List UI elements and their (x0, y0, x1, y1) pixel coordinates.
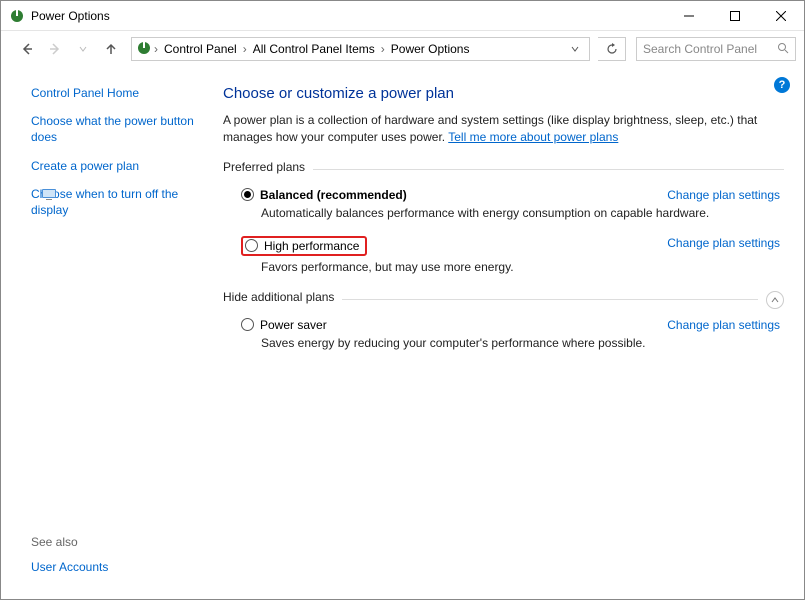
control-panel-icon (136, 40, 152, 59)
breadcrumb-power-options[interactable]: Power Options (387, 42, 474, 56)
search-box[interactable] (636, 37, 796, 61)
window-title: Power Options (31, 9, 666, 23)
navigation-bar: › Control Panel › All Control Panel Item… (1, 31, 804, 67)
hide-additional-label: Hide additional plans (223, 290, 334, 304)
close-button[interactable] (758, 1, 804, 31)
radio-power-saver[interactable] (241, 318, 254, 331)
chevron-right-icon: › (379, 42, 387, 56)
user-accounts-link[interactable]: User Accounts (31, 559, 199, 575)
divider (313, 169, 784, 170)
preferred-plans-label: Preferred plans (223, 160, 305, 174)
display-icon (41, 186, 57, 202)
page-description: A power plan is a collection of hardware… (223, 112, 784, 146)
search-icon (777, 42, 789, 57)
plan-saver-desc: Saves energy by reducing your computer's… (261, 336, 784, 350)
main-panel: ? Choose or customize a power plan A pow… (211, 67, 804, 599)
plan-balanced: Balanced (recommended) Change plan setti… (241, 188, 784, 220)
change-settings-saver-link[interactable]: Change plan settings (667, 318, 780, 332)
breadcrumb-control-panel[interactable]: Control Panel (160, 42, 241, 56)
plan-high-desc: Favors performance, but may use more ene… (261, 260, 784, 274)
plan-balanced-desc: Automatically balances performance with … (261, 206, 784, 220)
radio-high-performance[interactable] (245, 239, 258, 252)
plan-balanced-name[interactable]: Balanced (recommended) (260, 188, 407, 202)
sidebar: Control Panel Home Choose what the power… (1, 67, 211, 599)
chevron-right-icon: › (152, 42, 160, 56)
collapse-icon[interactable] (766, 291, 784, 309)
plan-power-saver: Power saver Change plan settings Saves e… (241, 318, 784, 350)
back-button[interactable] (15, 37, 39, 61)
help-icon[interactable]: ? (774, 77, 790, 93)
title-bar: Power Options (1, 1, 804, 31)
content-area: Control Panel Home Choose what the power… (1, 67, 804, 599)
highlight-box: High performance (241, 236, 367, 256)
page-heading: Choose or customize a power plan (223, 85, 784, 102)
preferred-plans-group: Preferred plans (223, 160, 784, 180)
plan-saver-name[interactable]: Power saver (260, 318, 327, 332)
tell-me-more-link[interactable]: Tell me more about power plans (448, 130, 618, 144)
see-also-label: See also (31, 535, 199, 549)
search-input[interactable] (643, 42, 789, 56)
divider (342, 299, 758, 300)
minimize-button[interactable] (666, 1, 712, 31)
change-settings-high-link[interactable]: Change plan settings (667, 236, 780, 250)
address-dropdown-icon[interactable] (565, 42, 585, 56)
create-power-plan-link[interactable]: Create a power plan (31, 158, 199, 174)
maximize-button[interactable] (712, 1, 758, 31)
hide-additional-group: Hide additional plans (223, 290, 784, 310)
power-options-icon (9, 8, 25, 24)
plan-high-performance: High performance Change plan settings Fa… (241, 236, 784, 274)
up-button[interactable] (99, 37, 123, 61)
breadcrumb-all-items[interactable]: All Control Panel Items (249, 42, 379, 56)
control-panel-home-link[interactable]: Control Panel Home (31, 85, 199, 101)
refresh-button[interactable] (598, 37, 626, 61)
chevron-right-icon: › (241, 42, 249, 56)
choose-power-button-link[interactable]: Choose what the power button does (31, 113, 199, 145)
radio-balanced[interactable] (241, 188, 254, 201)
change-settings-balanced-link[interactable]: Change plan settings (667, 188, 780, 202)
plan-high-name[interactable]: High performance (264, 239, 359, 253)
address-bar[interactable]: › Control Panel › All Control Panel Item… (131, 37, 590, 61)
forward-button[interactable] (43, 37, 67, 61)
recent-dropdown-icon[interactable] (71, 37, 95, 61)
